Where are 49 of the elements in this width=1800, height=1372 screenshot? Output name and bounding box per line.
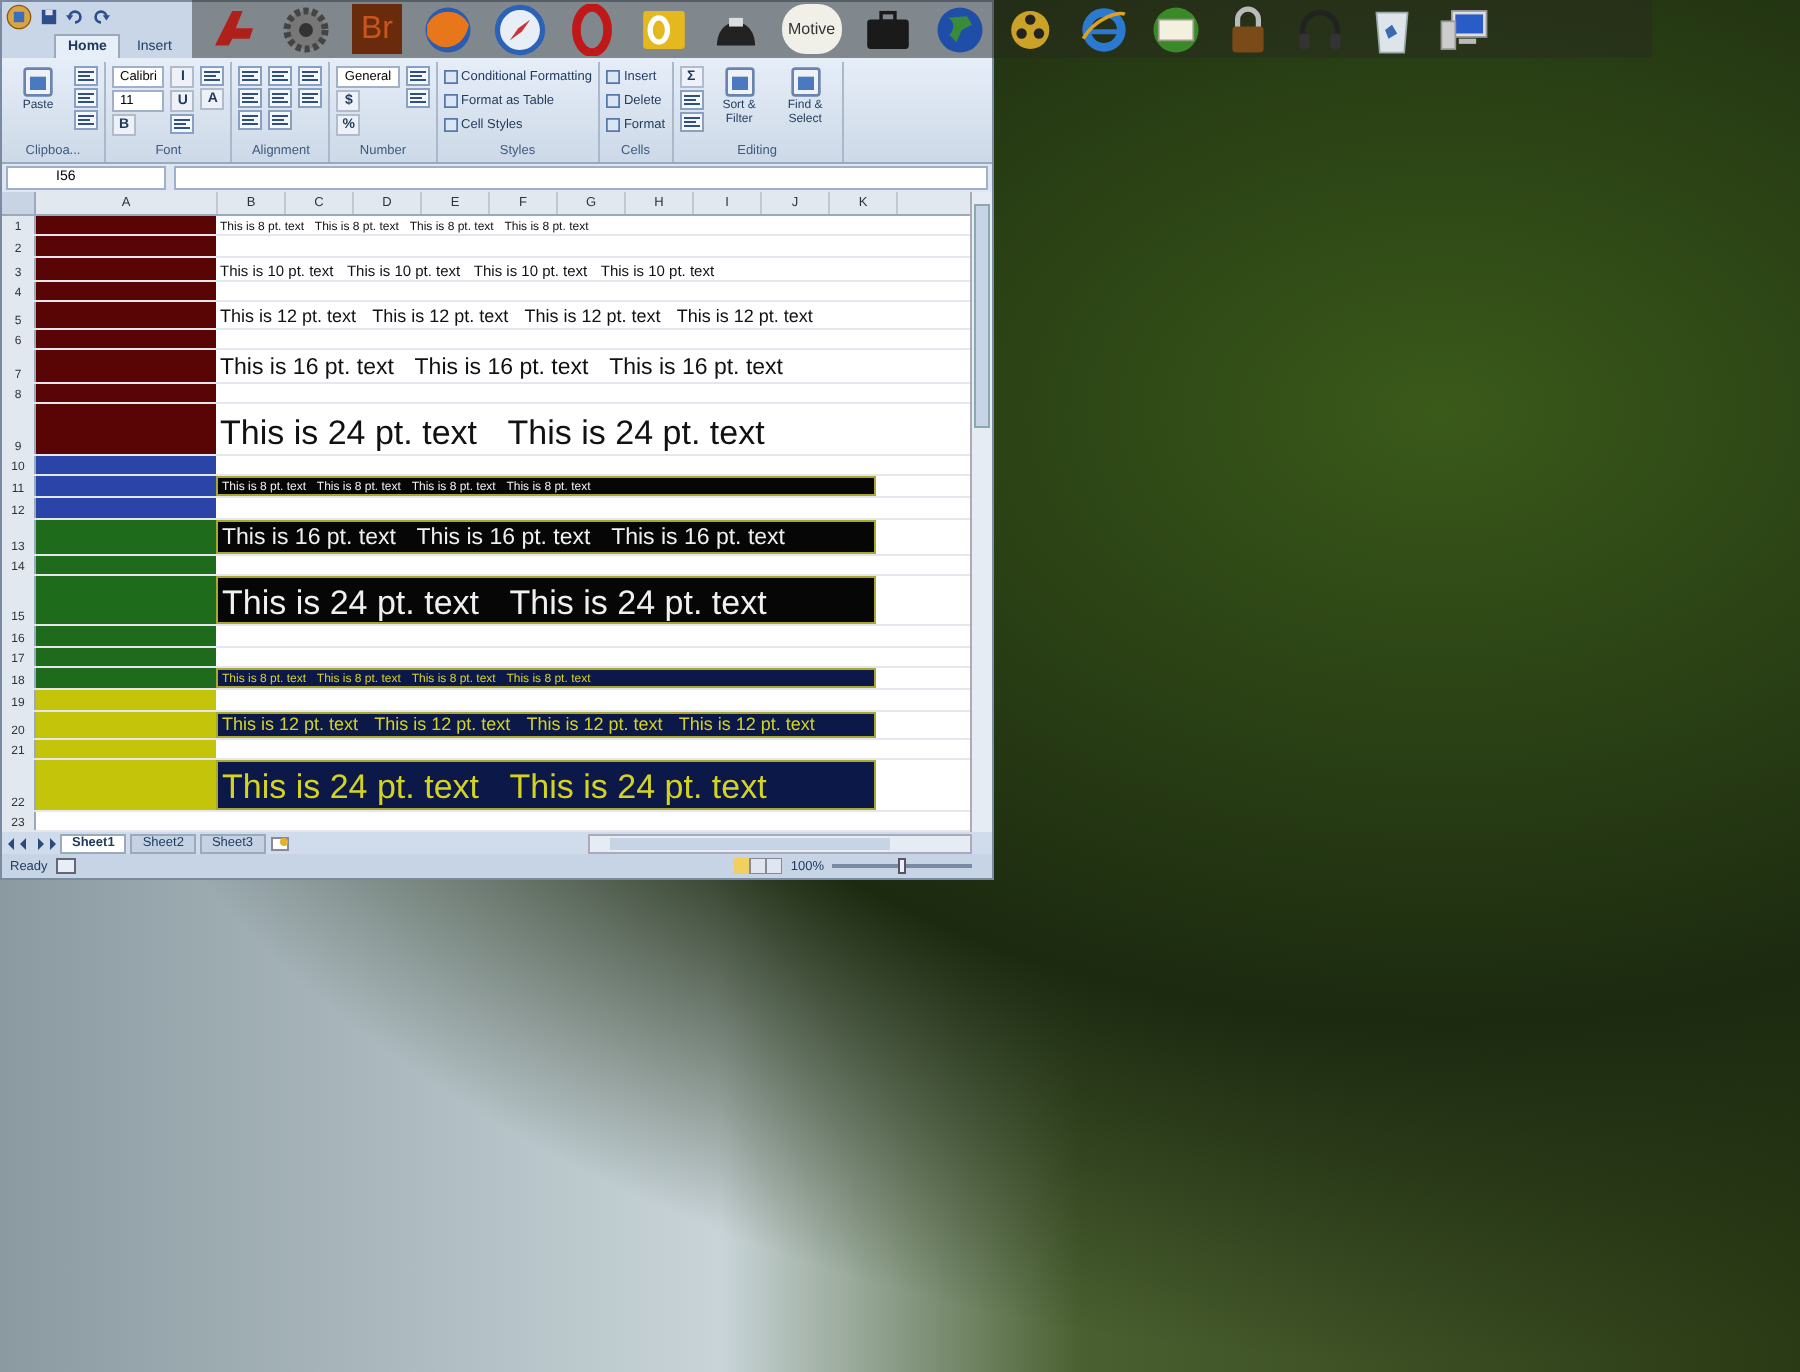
toolbar-icon[interactable] xyxy=(298,88,323,108)
document-icon xyxy=(723,66,756,98)
text-cell-text: This is 12 pt. text This is 12 pt. text This is 12 pt. text This is 12 pt. text xyxy=(218,303,815,328)
square-icon xyxy=(605,118,620,132)
square-icon xyxy=(443,70,458,84)
document-icon xyxy=(22,66,54,98)
office-button[interactable] xyxy=(6,3,32,29)
toolbar-icon[interactable] xyxy=(405,66,430,86)
insert-sheet-icon[interactable] xyxy=(269,835,290,851)
square-icon xyxy=(443,94,458,108)
toolbar-icon[interactable] xyxy=(268,66,293,86)
toolbar-icon[interactable] xyxy=(74,110,98,130)
envelope-icon[interactable] xyxy=(1149,3,1202,55)
horizontal-scrollbar[interactable] xyxy=(588,833,972,853)
redo-icon[interactable] xyxy=(92,7,110,25)
text-band: This is 24 pt. text This is 24 pt. text xyxy=(216,760,876,810)
toolbar-icon[interactable] xyxy=(268,110,293,130)
toolbar-icon[interactable] xyxy=(74,88,98,108)
square-icon xyxy=(443,118,458,132)
toolbar-icon[interactable] xyxy=(238,66,263,86)
zoom-slider-thumb[interactable] xyxy=(898,858,906,874)
toolbar-icon[interactable] xyxy=(200,66,225,86)
text-band: This is 16 pt. text This is 16 pt. text This is 16 pt. text xyxy=(216,519,876,554)
toolbar-icon[interactable] xyxy=(238,110,263,130)
square-icon xyxy=(605,70,620,84)
toolbar-icon[interactable] xyxy=(238,88,263,108)
toolbar-icon[interactable] xyxy=(405,88,430,108)
macro-record-icon[interactable] xyxy=(55,858,76,874)
undo-icon[interactable] xyxy=(66,7,84,25)
toolbar-icon[interactable] xyxy=(268,88,293,108)
square-icon xyxy=(605,94,620,108)
toolbar-icon[interactable] xyxy=(679,112,704,132)
e-browser-icon[interactable] xyxy=(1077,3,1130,55)
save-icon[interactable] xyxy=(40,7,58,25)
toolbar-icon[interactable] xyxy=(298,66,323,86)
compass-icon[interactable] xyxy=(494,3,546,55)
text-cell-text: This is 24 pt. text This is 24 pt. text xyxy=(218,411,767,454)
toolbar-icon[interactable] xyxy=(679,90,704,110)
toolbar-icon[interactable] xyxy=(170,114,195,134)
text-cell-text: This is 16 pt. text This is 16 pt. text This is 16 pt. text xyxy=(218,354,785,382)
text-band: This is 12 pt. text This is 12 pt. text This is 12 pt. text This is 12 pt. text xyxy=(216,711,876,738)
sheet-navigation-icon[interactable] xyxy=(8,837,56,849)
document-icon xyxy=(789,66,822,98)
gear-icon[interactable] xyxy=(280,3,332,55)
toolbar-icon[interactable] xyxy=(74,66,98,86)
view-buttons-icon[interactable] xyxy=(734,858,783,874)
vertical-scrollbar[interactable] xyxy=(970,192,992,832)
text-band: This is 24 pt. text This is 24 pt. text xyxy=(216,575,876,625)
formula-field[interactable] xyxy=(174,166,988,190)
